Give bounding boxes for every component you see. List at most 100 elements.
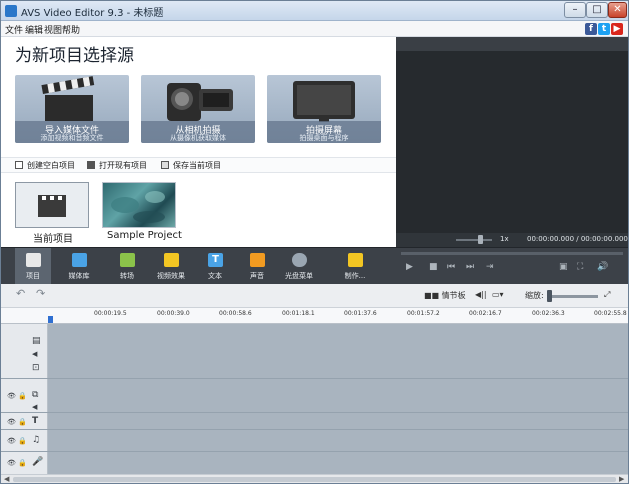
title-bar: AVS Video Editor 9.3 - 未标题 – □ ✕ (1, 1, 628, 21)
window-title: AVS Video Editor 9.3 - 未标题 (21, 8, 164, 19)
tool-label: 视频效果 (157, 272, 185, 280)
import-media-tile[interactable]: 导入媒体文件 添加视频和音频文件 (15, 75, 129, 143)
underwater-thumbnail (111, 191, 165, 223)
play-icon[interactable]: ▶ (406, 262, 413, 272)
overlay-track-icon[interactable]: ⧉ (32, 390, 38, 400)
storyboard-label: 情节板 (441, 291, 466, 300)
action-label: 打开现有项目 (99, 161, 147, 170)
tile-subtitle: 从摄像机获取媒体 (170, 134, 226, 142)
menu-file[interactable]: 文件 (5, 23, 23, 36)
speed-slider-handle[interactable] (478, 235, 483, 244)
open-project-button[interactable]: 打开现有项目 (87, 160, 147, 171)
ruler-label: 00:00:39.0 (157, 310, 190, 317)
capture-screen-tile[interactable]: 拍摄屏幕 拍摄桌面与程序 (267, 75, 381, 143)
tool-label: 声音 (250, 272, 264, 280)
zoom-slider[interactable] (548, 295, 598, 298)
tool-sound[interactable]: 声音 (239, 248, 275, 285)
track-divider (1, 378, 628, 379)
timeline-scrollbar[interactable]: ◀ ▶ (1, 474, 628, 483)
maximize-icon: □ (592, 4, 602, 15)
ruler-label: 00:02:36.3 (532, 310, 565, 317)
display-mode-icon[interactable]: ▭▾ (492, 290, 504, 299)
seek-bar[interactable] (401, 252, 623, 255)
tool-label: 制作... (344, 272, 366, 280)
tool-label: 文本 (208, 272, 222, 280)
minimize-button[interactable]: – (564, 2, 586, 18)
app-logo-icon (5, 5, 17, 17)
main-toolbar: 项目 媒体库 转场 视频效果 T 文本 声音 光盘菜单 制作... ▶ ■ ⏮ … (1, 247, 628, 285)
lock-icon[interactable]: 🔒 (18, 437, 27, 445)
new-project-button[interactable]: 创建空白项目 (15, 160, 75, 171)
text-track-icon[interactable]: T (32, 416, 38, 426)
lock-icon[interactable]: 🔒 (18, 418, 27, 426)
tool-label: 项目 (26, 272, 40, 280)
time-counter: 00:00:00.000 / 00:00:00.000 (527, 235, 628, 243)
menu-edit[interactable]: 编辑 (25, 23, 43, 36)
youtube-icon[interactable]: ▶ (611, 23, 623, 35)
snapshot-icon[interactable]: ▣ (559, 262, 568, 272)
tool-disc-menu[interactable]: 光盘菜单 (281, 248, 317, 285)
zoom-label: 缩放: (525, 291, 544, 300)
tool-video-effects[interactable]: 视频效果 (153, 248, 189, 285)
stop-icon[interactable]: ■ (429, 262, 438, 272)
maximize-button[interactable]: □ (586, 2, 608, 18)
scroll-left-icon[interactable]: ◀ (4, 475, 9, 483)
lock-icon[interactable]: 🔒 (18, 392, 27, 400)
visibility-icon[interactable]: 👁 (7, 437, 16, 445)
tool-produce[interactable]: 制作... (337, 248, 373, 285)
zoom-slider-handle[interactable] (547, 290, 552, 302)
visibility-icon[interactable]: 👁 (7, 459, 16, 467)
visibility-icon[interactable]: 👁 (7, 392, 16, 400)
save-project-button[interactable]: 保存当前项目 (161, 160, 221, 171)
timeline-ruler[interactable]: 00:00:19.5 00:00:39.0 00:00:58.6 00:01:1… (1, 308, 628, 324)
volume-icon[interactable]: 🔊 (597, 262, 608, 272)
visibility-icon[interactable]: 👁 (7, 418, 16, 426)
prev-frame-icon[interactable]: ⏮ (447, 262, 455, 272)
tile-footer: 拍摄屏幕 拍摄桌面与程序 (267, 121, 381, 143)
start-panel: 为新项目选择源 导入媒体文件 添加视频和音频文件 从相机拍摄 从摄像机获取媒体 … (1, 37, 396, 247)
tool-media-library[interactable]: 媒体库 (61, 248, 97, 285)
loop-icon[interactable]: ⇥ (486, 262, 494, 272)
redo-icon[interactable]: ↷ (36, 287, 45, 300)
audio-mixer-icon[interactable]: ◀|| (475, 290, 487, 299)
track-divider (1, 412, 628, 413)
sample-project-label: Sample Project (107, 230, 182, 241)
storyboard-toggle[interactable]: ■■ 情节板 (424, 290, 466, 301)
capture-camera-tile[interactable]: 从相机拍摄 从摄像机获取媒体 (141, 75, 255, 143)
tool-text[interactable]: T 文本 (197, 248, 233, 285)
scrollbar-thumb[interactable] (13, 477, 616, 482)
video-track-icon[interactable]: ▤ (32, 336, 41, 346)
menu-help[interactable]: 帮助 (62, 23, 80, 36)
preview-header (396, 37, 628, 51)
menu-view[interactable]: 视图 (44, 23, 62, 36)
project-actions: 创建空白项目 打开现有项目 保存当前项目 (1, 157, 396, 173)
tool-project[interactable]: 项目 (15, 248, 51, 285)
playhead-marker[interactable] (48, 316, 53, 323)
ruler-label: 00:01:37.6 (344, 310, 377, 317)
lock-icon[interactable]: 🔒 (18, 459, 27, 467)
transition-icon (120, 253, 135, 267)
effects-track-icon[interactable]: ⊡ (32, 363, 40, 373)
undo-icon[interactable]: ↶ (16, 287, 25, 300)
produce-icon (348, 253, 363, 267)
audio-track-icon[interactable]: ♫ (32, 435, 40, 445)
facebook-icon[interactable]: f (585, 23, 597, 35)
volume-small-icon[interactable]: ◀ (32, 403, 37, 411)
tool-transitions[interactable]: 转场 (109, 248, 145, 285)
next-frame-icon[interactable]: ⏭ (466, 262, 474, 272)
speed-slider[interactable] (456, 239, 492, 241)
scroll-right-icon[interactable]: ▶ (619, 475, 624, 483)
fullscreen-icon[interactable]: ⛶ (577, 262, 583, 272)
timeline-tracks[interactable]: ▤ ◀ ⊡ 👁 🔒 ⧉ ◀ 👁 🔒 T 👁 🔒 ♫ 👁 🔒 🎤 (1, 324, 628, 474)
voice-track-icon[interactable]: 🎤 (32, 457, 43, 467)
current-project-card[interactable] (15, 182, 89, 228)
tile-footer: 从相机拍摄 从摄像机获取媒体 (141, 121, 255, 143)
close-icon: ✕ (613, 4, 622, 15)
fit-icon[interactable]: ⤢ (604, 290, 610, 300)
tool-label: 转场 (120, 272, 134, 280)
twitter-icon[interactable]: t (598, 23, 610, 35)
ruler-label: 00:02:16.7 (469, 310, 502, 317)
close-button[interactable]: ✕ (608, 2, 627, 18)
volume-small-icon[interactable]: ◀ (32, 350, 37, 358)
sample-project-card[interactable] (102, 182, 176, 228)
